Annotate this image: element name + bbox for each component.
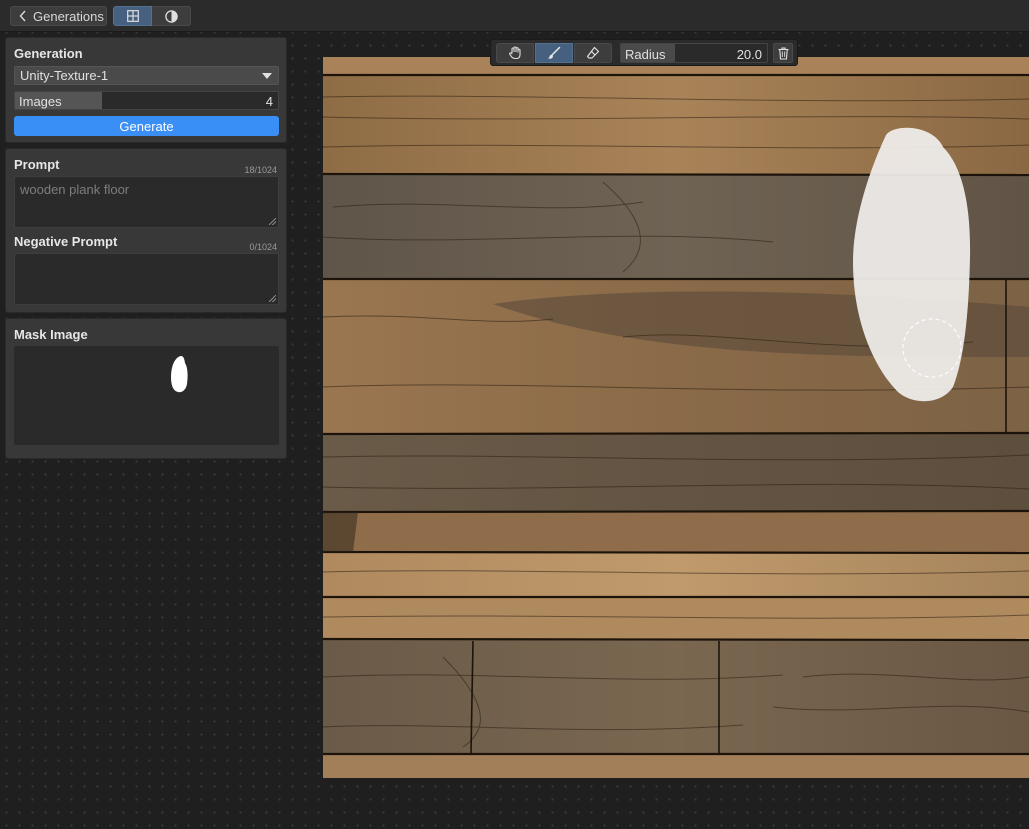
top-bar: Generations [0,0,1029,32]
eraser-icon [586,46,600,59]
back-button-label: Generations [33,8,104,24]
generate-button[interactable]: Generate [14,116,279,136]
half-circle-icon [164,9,178,23]
mask-title: Mask Image [14,327,88,342]
prompt-input[interactable]: wooden plank floor [14,176,279,228]
back-to-generations-button[interactable]: Generations [10,6,107,26]
mask-panel: Mask Image [5,318,287,459]
images-value: 4 [265,94,273,109]
negative-prompt-title: Negative Prompt [14,234,118,249]
image-canvas[interactable] [323,57,1029,778]
mask-shape [171,355,188,393]
grid-view-button[interactable] [113,6,152,26]
generation-title: Generation [14,46,83,61]
radius-label: Radius [625,47,666,62]
hand-tool-button[interactable] [496,43,534,63]
generation-panel: Generation Unity-Texture-1 Images 4 Gene… [5,37,287,143]
grid-icon [126,10,139,22]
brush-icon [548,46,561,59]
images-label: Images [19,94,62,109]
chevron-down-icon [262,73,272,79]
model-dropdown[interactable]: Unity-Texture-1 [14,66,279,85]
resize-handle-icon[interactable] [269,295,276,302]
images-count-slider[interactable]: Images 4 [14,91,279,110]
model-dropdown-value: Unity-Texture-1 [20,68,109,83]
wood-plank-texture [323,57,1029,778]
negative-prompt-char-counter: 0/1024 [249,242,277,252]
radius-value: 20.0 [736,47,762,62]
radius-slider[interactable]: Radius 20.0 [620,43,768,63]
prompt-title: Prompt [14,157,60,172]
prompt-char-counter: 18/1024 [244,165,277,175]
mask-preview [14,346,279,445]
eraser-tool-button[interactable] [574,43,612,63]
negative-prompt-input[interactable] [14,253,279,305]
clear-mask-button[interactable] [773,43,793,63]
chevron-left-icon [19,10,26,22]
trash-icon [778,46,788,60]
view-mode-toggle [113,6,191,26]
prompt-panel: Prompt 18/1024 wooden plank floor Negati… [5,148,287,313]
mask-toolbar: Radius 20.0 [490,39,798,66]
resize-handle-icon[interactable] [269,218,276,225]
hand-icon [509,46,521,60]
compare-view-button[interactable] [152,6,191,26]
prompt-text: wooden plank floor [20,182,130,197]
brush-tool-button[interactable] [535,43,573,63]
